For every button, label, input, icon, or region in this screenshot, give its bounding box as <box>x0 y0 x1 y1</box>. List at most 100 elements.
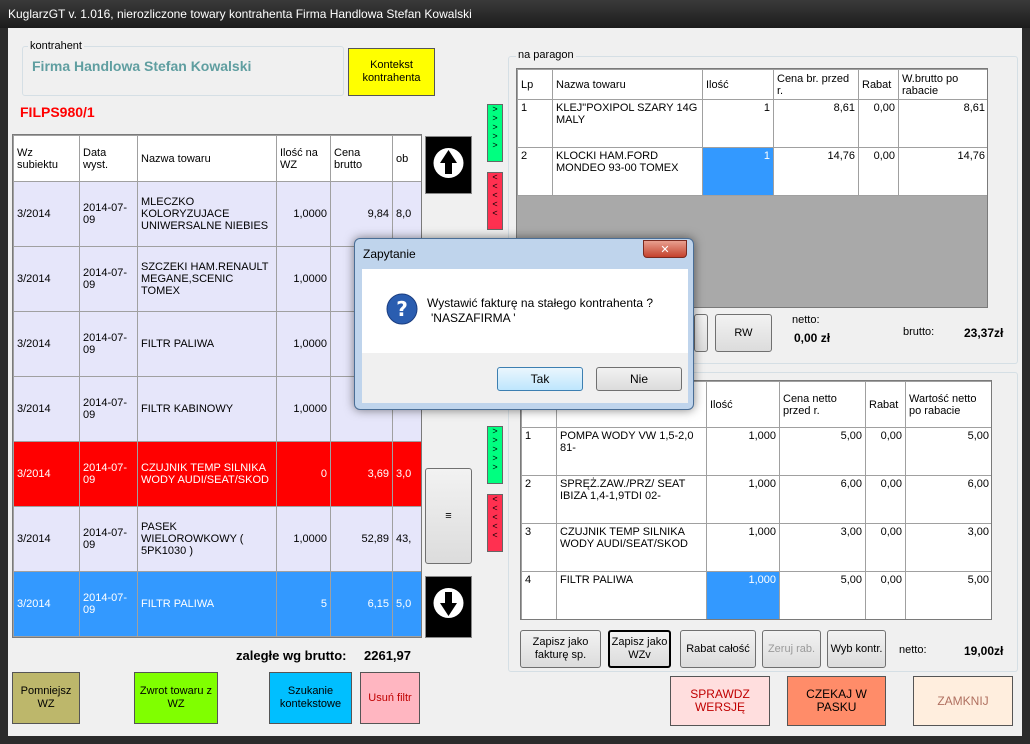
table-row[interactable]: 3 CZUJNIK TEMP SILNIKA WODY AUDI/SEAT/SKO… <box>521 523 991 572</box>
cell: 0,00 <box>865 523 906 572</box>
cell: SPRĘŻ.ZAW./PRZ/ SEAT IBIZA 1,4-1,9TDI 02… <box>556 475 707 524</box>
cell: 8,61 <box>898 99 987 148</box>
cell: CZUJNIK TEMP SILNIKA WODY AUDI/SEAT/SKOD <box>556 523 707 572</box>
table-row[interactable]: 3/2014 2014-07-09 CZUJNIK TEMP SILNIKA WOD… <box>13 441 421 507</box>
table-row[interactable]: 2 KLOCKI HAM.FORD MONDEO 93-00 TOMEX 1 14,7… <box>517 147 987 196</box>
app-window: KuglarzGT v. 1.016, nierozliczone towary… <box>0 0 1030 744</box>
header-discount: Rabat <box>858 69 899 100</box>
discount-all-button[interactable]: Rabat całość <box>680 630 756 668</box>
choose-contractor-button[interactable]: Wyb kontr. <box>827 630 886 668</box>
cell: 1 <box>702 147 774 196</box>
move-right-invoice-button[interactable]: > > > > > <box>487 426 503 484</box>
check-version-button[interactable]: SPRAWDZ WERSJĘ <box>670 676 770 726</box>
rw-button[interactable]: RW <box>715 314 772 352</box>
save-invoice-button[interactable]: Zapisz jako fakturę sp. <box>520 630 601 668</box>
table-row[interactable]: 3/2014 2014-07-09 MLECZKO KOLORYZUJACE UNI… <box>13 181 421 247</box>
cell: 4 <box>521 571 557 619</box>
invoice-table-container[interactable]: Ilość Cena netto przed r. Rabat Wartość … <box>520 380 992 620</box>
wait-in-bar-button[interactable]: CZEKAJ W PASKU <box>787 676 886 726</box>
header-qty: Ilość <box>702 69 774 100</box>
confirm-dialog: Zapytanie ✕ ? Wystawić fakturę na stałeg… <box>354 238 694 410</box>
dialog-close-button[interactable]: ✕ <box>643 240 687 258</box>
header-name: Nazwa towaru <box>137 135 277 182</box>
context-contractor-button[interactable]: Kontekst kontrahenta <box>348 48 435 96</box>
wz-table-header: Wz subiektu Data wyst. Nazwa towaru Iloś… <box>13 135 421 182</box>
document-number: FILPS980/1 <box>20 104 95 120</box>
cell: 2014-07-09 <box>79 246 138 312</box>
cell: 1,0000 <box>276 311 331 377</box>
cell: PASEK WIELOROWKOWY ( 5PK1030 ) <box>137 506 277 572</box>
cell: 1 <box>521 427 557 476</box>
arrow-down-icon <box>433 588 464 618</box>
cell: 2014-07-09 <box>79 506 138 572</box>
save-wzv-button[interactable]: Zapisz jako WZv <box>608 630 671 668</box>
question-icon: ? <box>386 293 418 325</box>
cell: 3,00 <box>779 523 866 572</box>
cell: 5 <box>276 571 331 637</box>
scroll-up-button[interactable] <box>425 136 472 194</box>
header-wz: Wz subiektu <box>13 135 80 182</box>
cell: 3/2014 <box>13 441 80 507</box>
cell: 3,0 <box>392 441 421 507</box>
cell: KLOCKI HAM.FORD MONDEO 93-00 TOMEX <box>552 147 703 196</box>
scroll-down-button[interactable] <box>425 576 472 638</box>
receipt-table-header: Lp Nazwa towaru Ilość Cena br. przed r. … <box>517 69 987 100</box>
move-right-receipt-button[interactable]: > > > > > <box>487 104 503 162</box>
invoice-table: Ilość Cena netto przed r. Rabat Wartość … <box>521 381 991 619</box>
header-price: Cena netto przed r. <box>779 381 866 428</box>
cell: KLEJ"POXIPOL SZARY 14G MALY <box>552 99 703 148</box>
cell: 3/2014 <box>13 376 80 442</box>
middle-scroll-button[interactable]: ≡ <box>425 468 472 564</box>
cell: 1 <box>702 99 774 148</box>
context-search-button[interactable]: Szukanie kontekstowe <box>269 672 352 724</box>
cell: 3/2014 <box>13 181 80 247</box>
header-discount: Rabat <box>865 381 906 428</box>
cell: 0,00 <box>858 147 899 196</box>
reduce-wz-button[interactable]: Pomniejsz WZ <box>12 672 80 724</box>
cell: 1,0000 <box>276 376 331 442</box>
cell: 43, <box>392 506 421 572</box>
dialog-message: Wystawić fakturę na stałego kontrahenta … <box>427 296 654 310</box>
cell: 0,00 <box>865 475 906 524</box>
cell: 1,000 <box>706 523 780 572</box>
receipt-netto-label: netto: <box>792 314 820 326</box>
cell: 3,69 <box>330 441 393 507</box>
invoice-netto-value: 19,00zł <box>964 644 1004 658</box>
cell: 1,000 <box>706 475 780 524</box>
cell: 14,76 <box>898 147 987 196</box>
cell: 3/2014 <box>13 246 80 312</box>
cell: 5,00 <box>905 427 991 476</box>
receipt-label: na paragon <box>516 49 576 61</box>
arrears-label: zaległe wg brutto: <box>236 648 347 663</box>
table-row[interactable]: 3/2014 2014-07-09 PASEK WIELOROWKOWY ( 5PK… <box>13 506 421 572</box>
table-row[interactable]: 3/2014 2014-07-09 FILTR PALIWA 5 6,15 5,0 <box>13 571 421 637</box>
zero-discount-button[interactable]: Zeruj rab. <box>762 630 821 668</box>
header-value: W.brutto po rabacie <box>898 69 987 100</box>
cell: 3,00 <box>905 523 991 572</box>
no-button[interactable]: Nie <box>596 367 682 391</box>
cell: 1,000 <box>706 427 780 476</box>
cell: 1,000 <box>706 571 780 619</box>
arrow-up-icon <box>433 148 464 178</box>
dialog-body: ? Wystawić fakturę na stałego kontrahent… <box>362 269 688 353</box>
yes-button[interactable]: Tak <box>497 367 583 391</box>
header-price: Cena br. przed r. <box>773 69 859 100</box>
table-row[interactable]: 1 POMPA WODY VW 1,5-2,0 81- 1,000 5,00 0,00 5… <box>521 427 991 476</box>
close-button[interactable]: ZAMKNIJ <box>913 676 1013 726</box>
table-row[interactable]: 2 SPRĘŻ.ZAW./PRZ/ SEAT IBIZA 1,4-1,9TDI 0… <box>521 475 991 524</box>
header-price: Cena brutto <box>330 135 393 182</box>
table-row[interactable]: 1 KLEJ"POXIPOL SZARY 14G MALY 1 8,61 0,00 8,6… <box>517 99 987 148</box>
cell: 2014-07-09 <box>79 376 138 442</box>
move-left-receipt-button[interactable]: < < < < < <box>487 172 503 230</box>
cell: FILTR PALIWA <box>137 311 277 377</box>
table-row[interactable]: 4 FILTR PALIWA 1,000 5,00 0,00 5,00 <box>521 571 991 619</box>
hidden-button[interactable] <box>694 314 708 352</box>
move-left-invoice-button[interactable]: < < < < < <box>487 494 503 552</box>
cell: 2014-07-09 <box>79 181 138 247</box>
receipt-netto-value: 0,00 zł <box>794 331 831 345</box>
clear-filter-button[interactable]: Usuń filtr <box>360 672 420 724</box>
header-name: Nazwa towaru <box>552 69 703 100</box>
cell: 0,00 <box>858 99 899 148</box>
chevrons-left-icon: < < < < < <box>492 172 498 218</box>
return-goods-button[interactable]: Zwrot towaru z WZ <box>134 672 218 724</box>
